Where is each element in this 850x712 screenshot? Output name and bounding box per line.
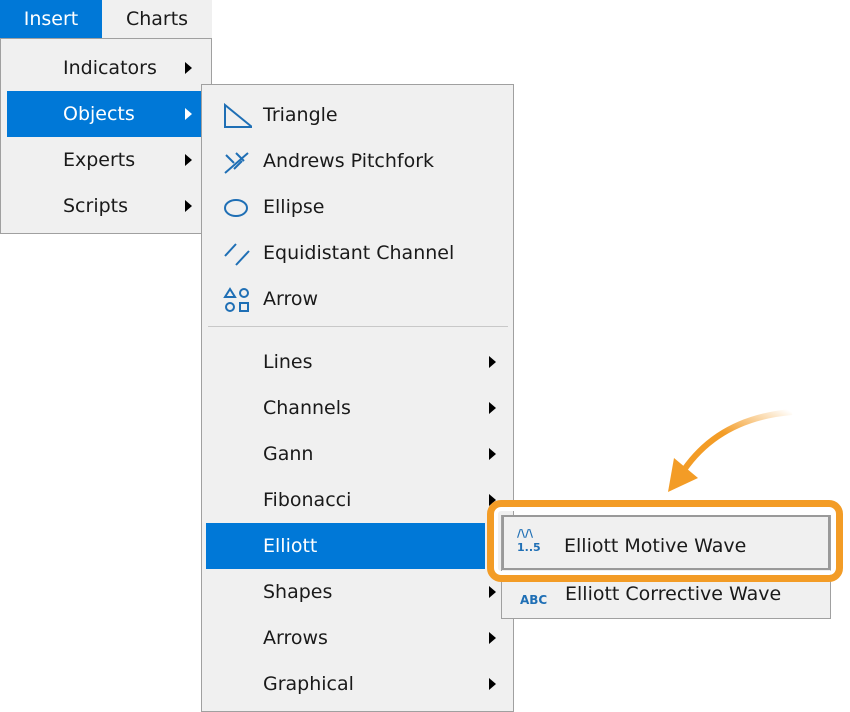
insert-menu: Indicators Objects Experts Scripts xyxy=(0,38,212,234)
submenu-arrow-icon xyxy=(489,586,496,598)
submenu-arrow-icon xyxy=(489,356,496,368)
menu-item-arrows[interactable]: Arrows xyxy=(206,615,509,661)
label: Arrow xyxy=(263,288,319,310)
menubar-insert[interactable]: Insert xyxy=(0,0,102,38)
elliott-motive-wave-label: Elliott Motive Wave xyxy=(564,535,747,557)
label: Graphical xyxy=(263,673,354,695)
menu-item-elliott[interactable]: Elliott xyxy=(206,523,496,569)
label: Scripts xyxy=(63,195,129,217)
menu-item-experts[interactable]: Experts xyxy=(7,137,207,183)
objects-menu: Triangle Andrews Pitchfork Ellipse Equid… xyxy=(201,84,514,712)
label: Objects xyxy=(63,103,135,125)
elliott-corrective-icon: ABC xyxy=(520,593,548,607)
triangle-icon xyxy=(224,103,252,128)
menu-item-objects[interactable]: Objects xyxy=(7,91,207,137)
submenu-arrow-icon xyxy=(489,678,496,690)
label: Indicators xyxy=(63,57,157,79)
submenu-arrow-icon xyxy=(185,108,192,120)
label: Andrews Pitchfork xyxy=(263,150,435,172)
label: Fibonacci xyxy=(263,489,352,511)
label: Triangle xyxy=(263,104,338,126)
label: Lines xyxy=(263,351,313,373)
pitchfork-icon xyxy=(224,152,249,174)
channel-icon xyxy=(224,243,250,266)
menu-item-shapes[interactable]: Shapes xyxy=(206,569,509,615)
menubar-charts[interactable]: Charts xyxy=(102,0,212,38)
menu-item-indicators[interactable]: Indicators xyxy=(7,45,207,91)
menu-item-ellipse[interactable]: Ellipse xyxy=(206,184,509,230)
menu-item-arrow[interactable]: Arrow xyxy=(206,276,509,322)
callout-arrow-icon xyxy=(668,409,793,492)
menu-item-andrews-pitchfork[interactable]: Andrews Pitchfork xyxy=(206,138,509,184)
menu-item-triangle[interactable]: Triangle xyxy=(206,92,509,138)
menu-item-fibonacci[interactable]: Fibonacci xyxy=(206,477,509,523)
menu-item-lines[interactable]: Lines xyxy=(206,339,509,385)
menu-item-graphical[interactable]: Graphical xyxy=(206,661,509,707)
label: Arrows xyxy=(263,627,328,649)
label: Gann xyxy=(263,443,314,465)
menu-separator xyxy=(208,326,508,327)
label: Channels xyxy=(263,397,351,419)
menu-item-channels[interactable]: Channels xyxy=(206,385,509,431)
submenu-arrow-icon xyxy=(489,402,496,414)
menu-item-scripts[interactable]: Scripts xyxy=(7,183,207,229)
ellipse-icon xyxy=(224,199,248,217)
menu-item-gann[interactable]: Gann xyxy=(206,431,509,477)
submenu-arrow-icon xyxy=(185,154,192,166)
elliott-motive-icon: /\/\1..5 xyxy=(517,527,541,554)
submenu-arrow-icon xyxy=(185,200,192,212)
label: Ellipse xyxy=(263,196,325,218)
submenu-arrow-icon xyxy=(185,62,192,74)
menu-item-equidistant-channel[interactable]: Equidistant Channel xyxy=(206,230,509,276)
label: Experts xyxy=(63,149,136,171)
shapes-icon xyxy=(223,287,249,312)
label: Equidistant Channel xyxy=(263,242,455,264)
label: Shapes xyxy=(263,581,333,603)
label: Elliott xyxy=(263,535,318,557)
submenu-arrow-icon xyxy=(489,448,496,460)
submenu-arrow-icon xyxy=(489,632,496,644)
